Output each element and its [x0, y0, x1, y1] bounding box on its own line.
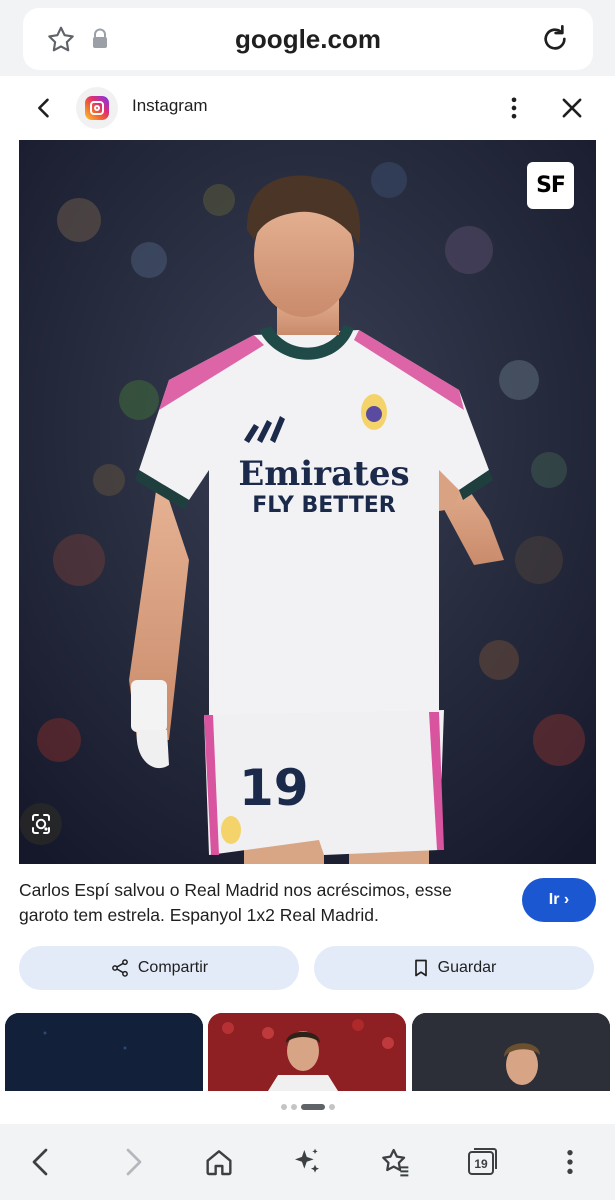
tabs-icon: 19 — [468, 1148, 497, 1175]
shorts-number: 19 — [239, 759, 309, 817]
more-vert-icon[interactable] — [554, 1146, 586, 1178]
sparkle-icon[interactable] — [291, 1146, 323, 1178]
save-button[interactable]: Guardar — [314, 946, 594, 990]
home-icon[interactable] — [203, 1146, 235, 1178]
carousel-dot — [280, 1104, 287, 1110]
related-thumbnail[interactable] — [208, 1013, 406, 1091]
player-photo: Emirates FLY BETTER 19 — [19, 140, 596, 864]
star-outline-icon[interactable] — [45, 24, 77, 56]
sf-watermark-logo: SF — [527, 162, 574, 209]
share-icon — [111, 959, 128, 977]
browser-bottom-bar: 19 — [0, 1124, 615, 1200]
visit-button[interactable]: Ir › — [522, 878, 596, 922]
related-thumbnail[interactable] — [5, 1013, 203, 1091]
share-label: Compartir — [137, 959, 209, 976]
related-thumbnail[interactable] — [412, 1013, 610, 1091]
carousel-indicator — [0, 1101, 615, 1113]
google-lens-button[interactable] — [20, 803, 62, 845]
lock-icon[interactable] — [91, 28, 109, 50]
google-lens-icon — [32, 814, 50, 834]
address-bar[interactable]: google.com — [23, 8, 593, 70]
carousel-dot — [290, 1104, 297, 1110]
bookmarks-star-icon[interactable] — [379, 1146, 411, 1178]
save-label: Guardar — [437, 959, 497, 976]
reload-icon[interactable] — [539, 23, 571, 55]
chevron-right-icon: › — [563, 891, 570, 908]
carousel-dot-active — [300, 1104, 325, 1110]
address-bar-area: google.com — [0, 0, 615, 76]
instagram-logo-icon — [85, 96, 109, 120]
close-icon[interactable] — [558, 94, 586, 122]
more-vert-icon[interactable] — [500, 94, 528, 122]
source-avatar[interactable] — [76, 87, 118, 129]
share-button[interactable]: Compartir — [19, 946, 299, 990]
source-name[interactable]: Instagram — [132, 96, 208, 116]
visit-button-label: Ir — [548, 891, 560, 908]
result-image[interactable]: Emirates FLY BETTER 19 SF — [19, 140, 596, 864]
forward-icon[interactable] — [116, 1146, 148, 1178]
result-header: Instagram — [0, 76, 615, 140]
result-caption[interactable]: Carlos Espí salvou o Real Madrid nos acr… — [19, 878, 489, 928]
tab-count: 19 — [474, 1157, 488, 1171]
back-arrow-icon[interactable] — [30, 94, 58, 122]
bookmark-icon — [414, 959, 427, 977]
sponsor-line2: FLY BETTER — [252, 493, 396, 518]
sponsor-line1: Emirates — [238, 454, 409, 494]
carousel-dot — [328, 1104, 335, 1110]
back-icon[interactable] — [26, 1146, 58, 1178]
tabs-button[interactable]: 19 — [467, 1146, 499, 1178]
